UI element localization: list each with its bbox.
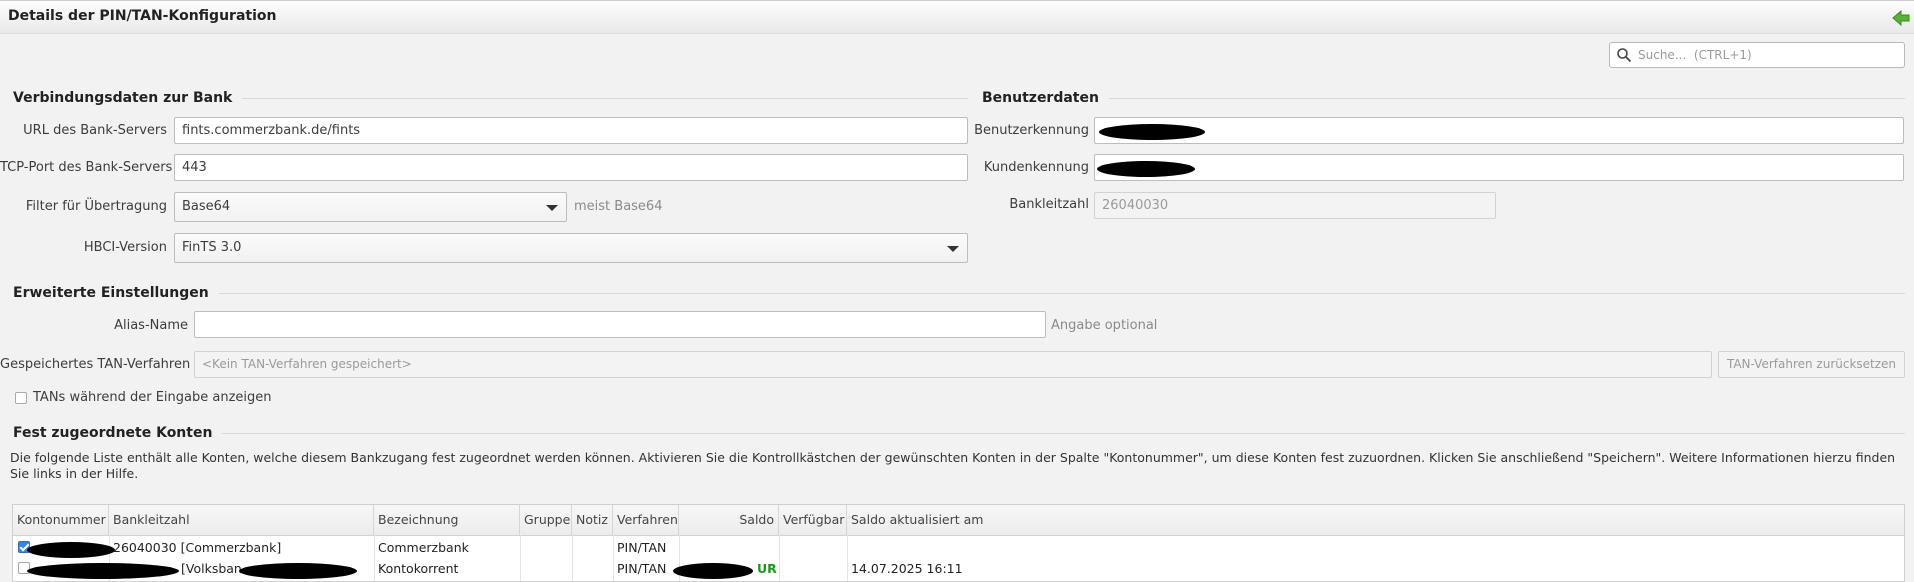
hbci-label: HBCI-Version [83,240,167,255]
column-header-bankleitzahl[interactable]: Bankleitzahl [109,505,374,535]
chevron-down-icon [546,205,558,211]
user-section-header: Benutzerdaten [982,90,1905,106]
cell-aktualisiert: 14.07.2025 16:11 [851,561,963,576]
hbci-select[interactable]: FinTS 3.0 [174,233,968,263]
cell-saldo: UR [757,561,777,576]
column-header-saldo[interactable]: Saldo [679,505,779,535]
redacted-balance [673,563,753,579]
search-icon [1617,48,1632,63]
accounts-description: Die folgende Liste enthält alle Konten, … [10,450,1896,481]
column-header-aktualisiert[interactable]: Saldo aktualisiert am [847,505,1904,535]
search-input[interactable] [1638,45,1898,65]
show-tans-checkbox[interactable] [15,392,27,404]
port-label: TCP-Port des Bank-Servers [0,160,173,175]
advanced-section-header: Erweiterte Einstellungen [13,285,1905,301]
customer-id-field[interactable] [1094,154,1904,181]
column-header-bezeichnung[interactable]: Bezeichnung [374,505,520,535]
cell-bezeichnung: Kontokorrent [378,561,459,576]
blz-field: 26040030 [1094,192,1496,219]
tan-method-field: <Kein TAN-Verfahren gespeichert> [194,351,1712,378]
redacted-value [1097,161,1195,177]
filter-label: Filter für Übertragung [25,199,167,214]
alias-field[interactable] [194,311,1046,338]
cell-bankleitzahl: [Volksban [181,561,242,576]
column-header-notiz[interactable]: Notiz [572,505,613,535]
cell-verfahren: PIN/TAN [617,540,667,555]
filter-select[interactable]: Base64 [174,192,567,222]
alias-label: Alias-Name [114,318,188,333]
cell-bezeichnung: Commerzbank [378,540,469,555]
redacted-value [1099,124,1205,140]
table-header: Kontonummer Bankleitzahl Bezeichnung Gru… [13,505,1904,536]
column-header-verfuegbar[interactable]: Verfügbar [779,505,847,535]
user-id-label: Benutzerkennung [974,123,1089,138]
filter-select-value: Base64 [182,199,231,214]
tan-method-label: Gespeichertes TAN-Verfahren [0,357,191,372]
show-tans-label: TANs während der Eingabe anzeigen [33,390,272,405]
redacted-account-number [27,563,179,579]
search-box[interactable] [1609,42,1905,68]
advanced-section-title: Erweiterte Einstellungen [13,285,209,301]
tan-reset-button: TAN-Verfahren zurücksetzen [1718,351,1905,378]
title-bar: Details der PIN/TAN-Konfiguration [0,0,1914,34]
accounts-table: Kontonummer Bankleitzahl Bezeichnung Gru… [12,504,1905,582]
column-header-gruppe[interactable]: Gruppe [520,505,572,535]
blz-label: Bankleitzahl [1009,197,1089,212]
window-title: Details der PIN/TAN-Konfiguration [8,8,277,24]
url-field[interactable]: fints.commerzbank.de/fints [174,117,968,144]
bank-section-header: Verbindungsdaten zur Bank [13,90,968,106]
filter-hint: meist Base64 [574,199,663,214]
accounts-section-header: Fest zugeordnete Konten [13,425,1905,441]
redacted-bank-name [239,563,357,579]
port-field[interactable]: 443 [174,154,968,181]
redacted-account-number [27,542,115,558]
customer-id-label: Kundenkennung [983,160,1089,175]
user-section-title: Benutzerdaten [982,90,1099,106]
alias-hint: Angabe optional [1051,318,1158,333]
chevron-down-icon [947,246,959,252]
bank-section-title: Verbindungsdaten zur Bank [13,90,233,106]
hbci-select-value: FinTS 3.0 [182,240,242,255]
cell-verfahren: PIN/TAN [617,561,667,576]
column-header-verfahren[interactable]: Verfahren [613,505,679,535]
column-header-kontonummer[interactable]: Kontonummer [13,505,109,535]
user-id-field[interactable] [1094,117,1904,144]
cell-bankleitzahl: 26040030 [Commerzbank] [113,540,282,555]
back-arrow-icon[interactable] [1890,7,1912,29]
url-label: URL des Bank-Servers [23,123,167,138]
accounts-section-title: Fest zugeordnete Konten [13,425,213,441]
